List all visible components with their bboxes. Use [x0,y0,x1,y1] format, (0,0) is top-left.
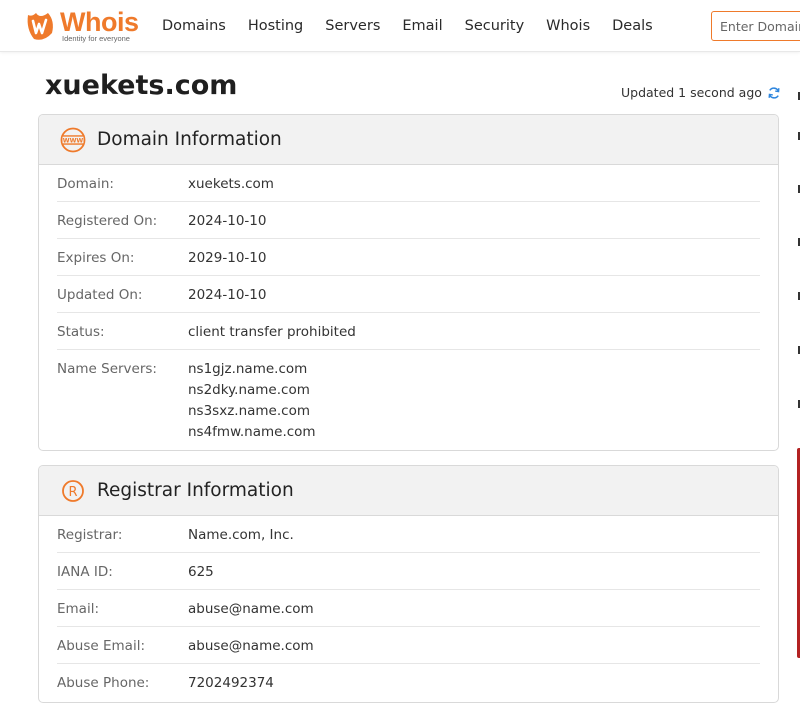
domain-search-input[interactable] [712,12,800,40]
nav-servers[interactable]: Servers [325,18,380,34]
value-registered-on: 2024-10-10 [188,213,267,229]
svg-text:WWW: WWW [63,137,84,144]
domain-information-title: Domain Information [97,129,282,150]
updated-text: Updated 1 second ago [621,85,762,100]
domain-information-rows: Domain: xuekets.com Registered On: 2024-… [39,165,778,450]
label-email: Email: [57,601,100,617]
whois-logo-icon [27,13,53,40]
label-iana-id: IANA ID: [57,564,113,580]
value-abuse-phone: 7202492374 [188,675,274,691]
label-name-servers: Name Servers: [57,361,157,377]
label-registrar: Registrar: [57,527,123,543]
name-server-1: ns1gjz.name.com [188,361,308,377]
logo-wordmark: Whois [60,7,139,37]
name-server-2: ns2dky.name.com [188,382,310,398]
row-name-servers: Name Servers: ns1gjz.name.com ns2dky.nam… [57,350,760,450]
logo-tagline: Identity for everyone [62,34,130,43]
registrar-information-rows: Registrar: Name.com, Inc. IANA ID: 625 E… [39,516,778,701]
nav-deals[interactable]: Deals [612,18,653,34]
row-iana-id: IANA ID: 625 [57,553,760,590]
registered-r-icon: R [59,477,87,505]
value-name-servers: ns1gjz.name.com ns2dky.name.com ns3sxz.n… [188,359,316,443]
www-globe-icon: WWW [59,126,87,154]
svg-text:R: R [68,485,77,500]
row-updated-on: Updated On: 2024-10-10 [57,276,760,313]
name-server-4: ns4fmw.name.com [188,424,316,440]
refresh-icon[interactable] [767,86,781,100]
registrar-information-panel: R Registrar Information Registrar: Name.… [38,465,779,703]
row-registrar: Registrar: Name.com, Inc. [57,516,760,553]
domain-information-panel: WWW Domain Information Domain: xuekets.c… [38,114,779,451]
registrar-information-header: R Registrar Information [39,466,778,516]
top-navigation-bar: Whois Identity for everyone Domains Host… [0,0,800,52]
label-abuse-phone: Abuse Phone: [57,675,150,691]
domain-information-header: WWW Domain Information [39,115,778,165]
label-abuse-email: Abuse Email: [57,638,145,654]
value-domain: xuekets.com [188,176,274,192]
updated-status: Updated 1 second ago [621,85,781,100]
value-updated-on: 2024-10-10 [188,287,267,303]
row-abuse-phone: Abuse Phone: 7202492374 [57,664,760,701]
nav-whois[interactable]: Whois [546,18,590,34]
nav-email[interactable]: Email [402,18,442,34]
main-nav: Domains Hosting Servers Email Security W… [151,0,664,52]
row-status: Status: client transfer prohibited [57,313,760,350]
row-email: Email: abuse@name.com [57,590,760,627]
value-email: abuse@name.com [188,601,314,617]
right-sidebar-fragment [790,90,800,709]
label-expires-on: Expires On: [57,250,135,266]
label-updated-on: Updated On: [57,287,143,303]
row-domain: Domain: xuekets.com [57,165,760,202]
nav-security[interactable]: Security [465,18,525,34]
domain-search-box [711,11,800,41]
row-expires-on: Expires On: 2029-10-10 [57,239,760,276]
value-status: client transfer prohibited [188,324,356,340]
value-abuse-email: abuse@name.com [188,638,314,654]
label-registered-on: Registered On: [57,213,158,229]
value-registrar: Name.com, Inc. [188,527,294,543]
label-status: Status: [57,324,105,340]
nav-hosting[interactable]: Hosting [248,18,303,34]
row-registered-on: Registered On: 2024-10-10 [57,202,760,239]
page-title: xuekets.com [45,70,238,101]
whois-logo[interactable]: Whois Identity for everyone [22,7,140,45]
value-iana-id: 625 [188,564,214,580]
registrar-information-title: Registrar Information [97,480,294,501]
value-expires-on: 2029-10-10 [188,250,267,266]
name-server-3: ns3sxz.name.com [188,403,310,419]
nav-domains[interactable]: Domains [162,18,226,34]
label-domain: Domain: [57,176,114,192]
row-abuse-email: Abuse Email: abuse@name.com [57,627,760,664]
